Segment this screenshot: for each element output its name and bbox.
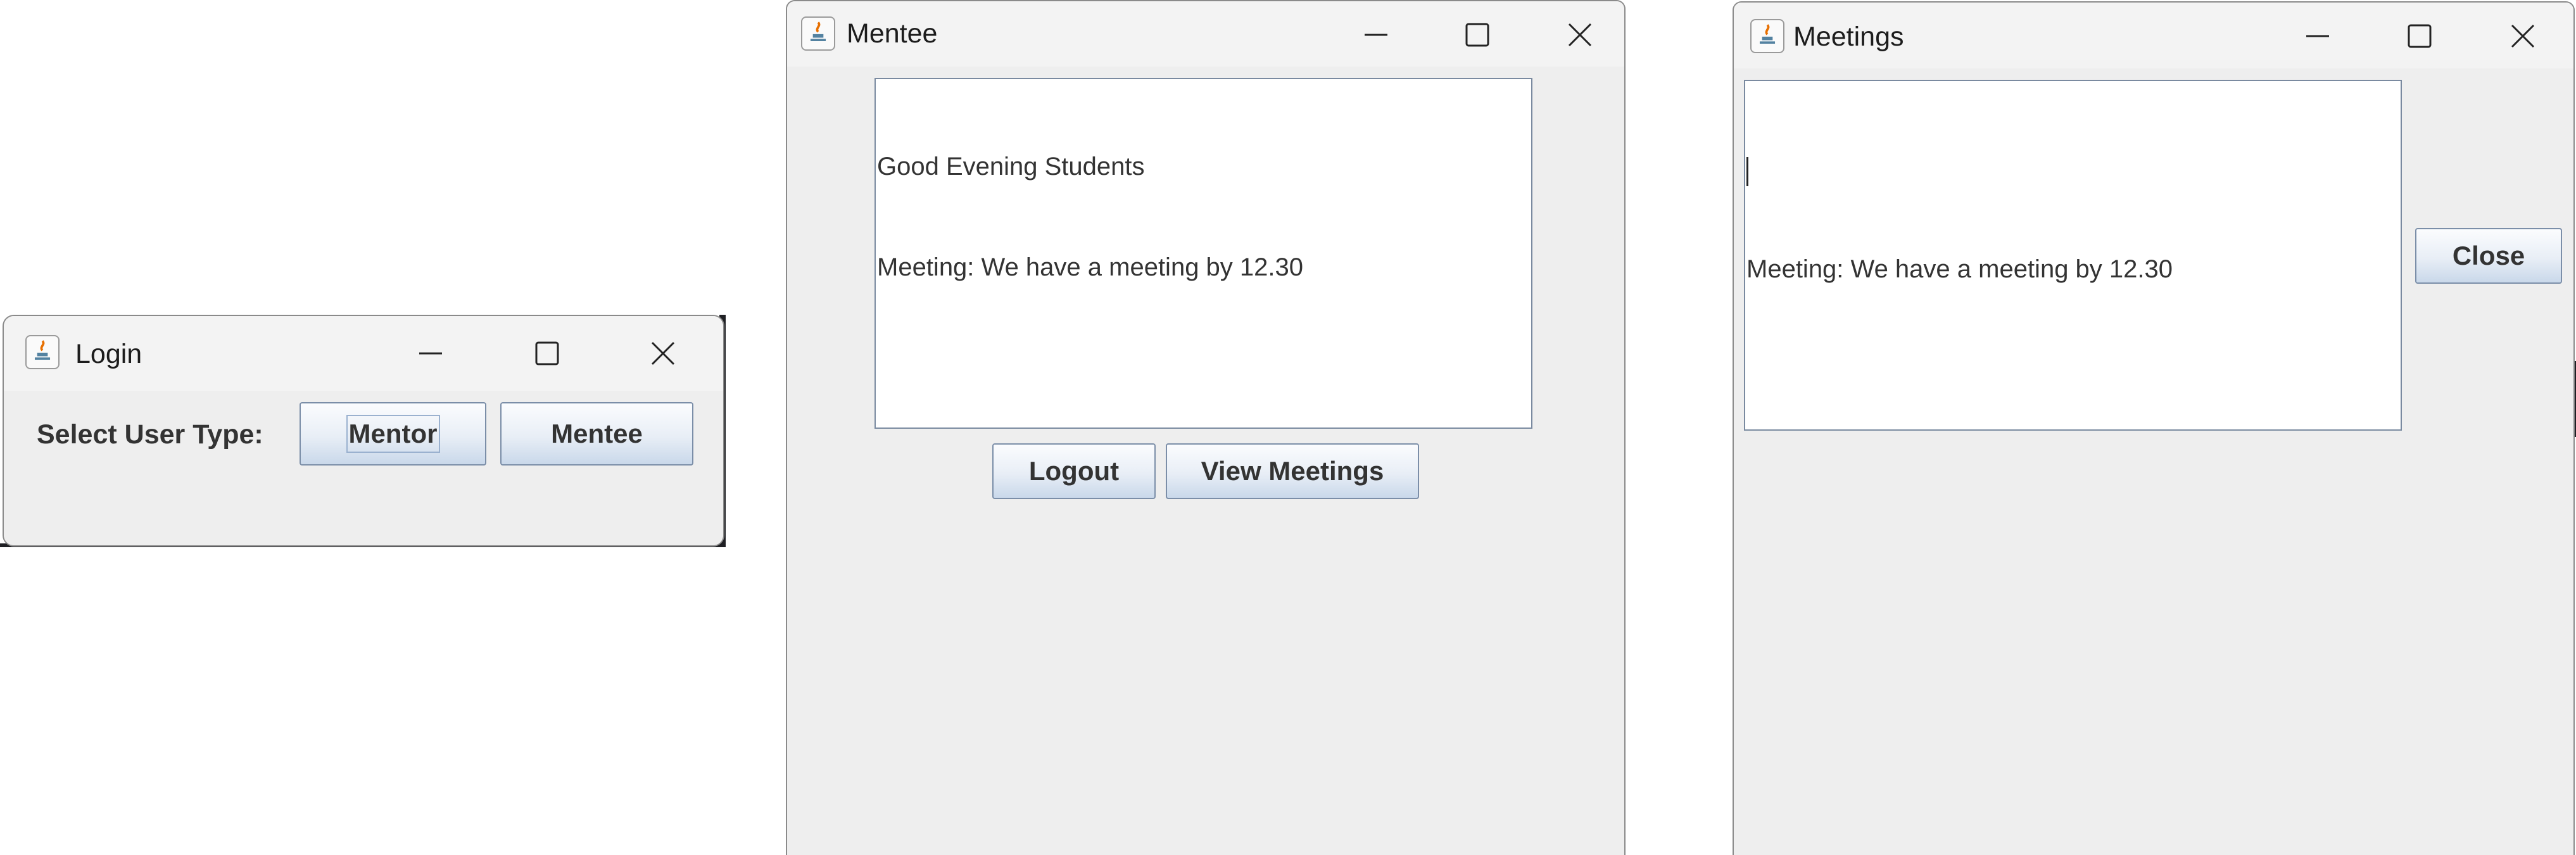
minimize-icon[interactable] <box>2285 3 2351 69</box>
view-meetings-button-label: View Meetings <box>1201 456 1384 486</box>
mentee-button-label: Mentee <box>551 419 643 448</box>
view-meetings-button[interactable]: View Meetings <box>1166 443 1419 499</box>
java-app-icon <box>801 16 835 51</box>
window-title: Login <box>75 339 142 369</box>
maximize-icon[interactable] <box>1444 2 1510 68</box>
close-icon[interactable] <box>630 320 696 386</box>
java-app-icon <box>1750 19 1784 53</box>
titlebar: Login <box>4 316 723 391</box>
titlebar: Mentee <box>787 1 1624 66</box>
java-app-icon <box>25 335 60 369</box>
message-line: Meeting: We have a meeting by 12.30 <box>877 253 1304 281</box>
text-caret <box>1746 157 1748 186</box>
minimize-icon[interactable] <box>398 320 464 386</box>
mentee-window: Mentee Good Evening Students Meeting: We… <box>786 0 1626 855</box>
maximize-icon[interactable] <box>514 320 580 386</box>
minimize-icon[interactable] <box>1343 2 1409 68</box>
close-button[interactable]: Close <box>2415 228 2562 284</box>
close-button-label: Close <box>2452 241 2525 270</box>
select-user-type-label: Select User Type: <box>37 419 263 450</box>
mentor-button[interactable]: Mentor <box>300 402 486 466</box>
maximize-icon[interactable] <box>2387 3 2453 69</box>
close-icon[interactable] <box>1547 2 1613 68</box>
message-line: Good Evening Students <box>877 153 1145 180</box>
logout-button-label: Logout <box>1028 456 1120 486</box>
titlebar: Meetings <box>1734 3 2573 68</box>
meeting-line: Meeting: We have a meeting by 12.30 <box>1746 255 2173 283</box>
messages-textarea[interactable]: Good Evening Students Meeting: We have a… <box>874 78 1532 429</box>
logout-button[interactable]: Logout <box>992 443 1156 499</box>
window-content: Good Evening Students Meeting: We have a… <box>787 66 1624 855</box>
login-window: Login Select User Type: Mentor Mentee <box>3 315 724 547</box>
window-content: Meeting: We have a meeting by 12.30 Clos… <box>1734 68 2573 855</box>
mentee-button[interactable]: Mentee <box>500 402 693 466</box>
meeting-line <box>1746 152 2399 186</box>
window-content: Select User Type: Mentor Mentee <box>4 391 723 545</box>
meetings-window: Meetings Meeting: We have a meeting by 1… <box>1733 1 2575 855</box>
window-title: Mentee <box>847 18 938 49</box>
meetings-textarea[interactable]: Meeting: We have a meeting by 12.30 <box>1744 80 2402 431</box>
window-title: Meetings <box>1793 22 1904 52</box>
mentor-button-label: Mentor <box>346 415 440 453</box>
close-icon[interactable] <box>2490 3 2556 69</box>
